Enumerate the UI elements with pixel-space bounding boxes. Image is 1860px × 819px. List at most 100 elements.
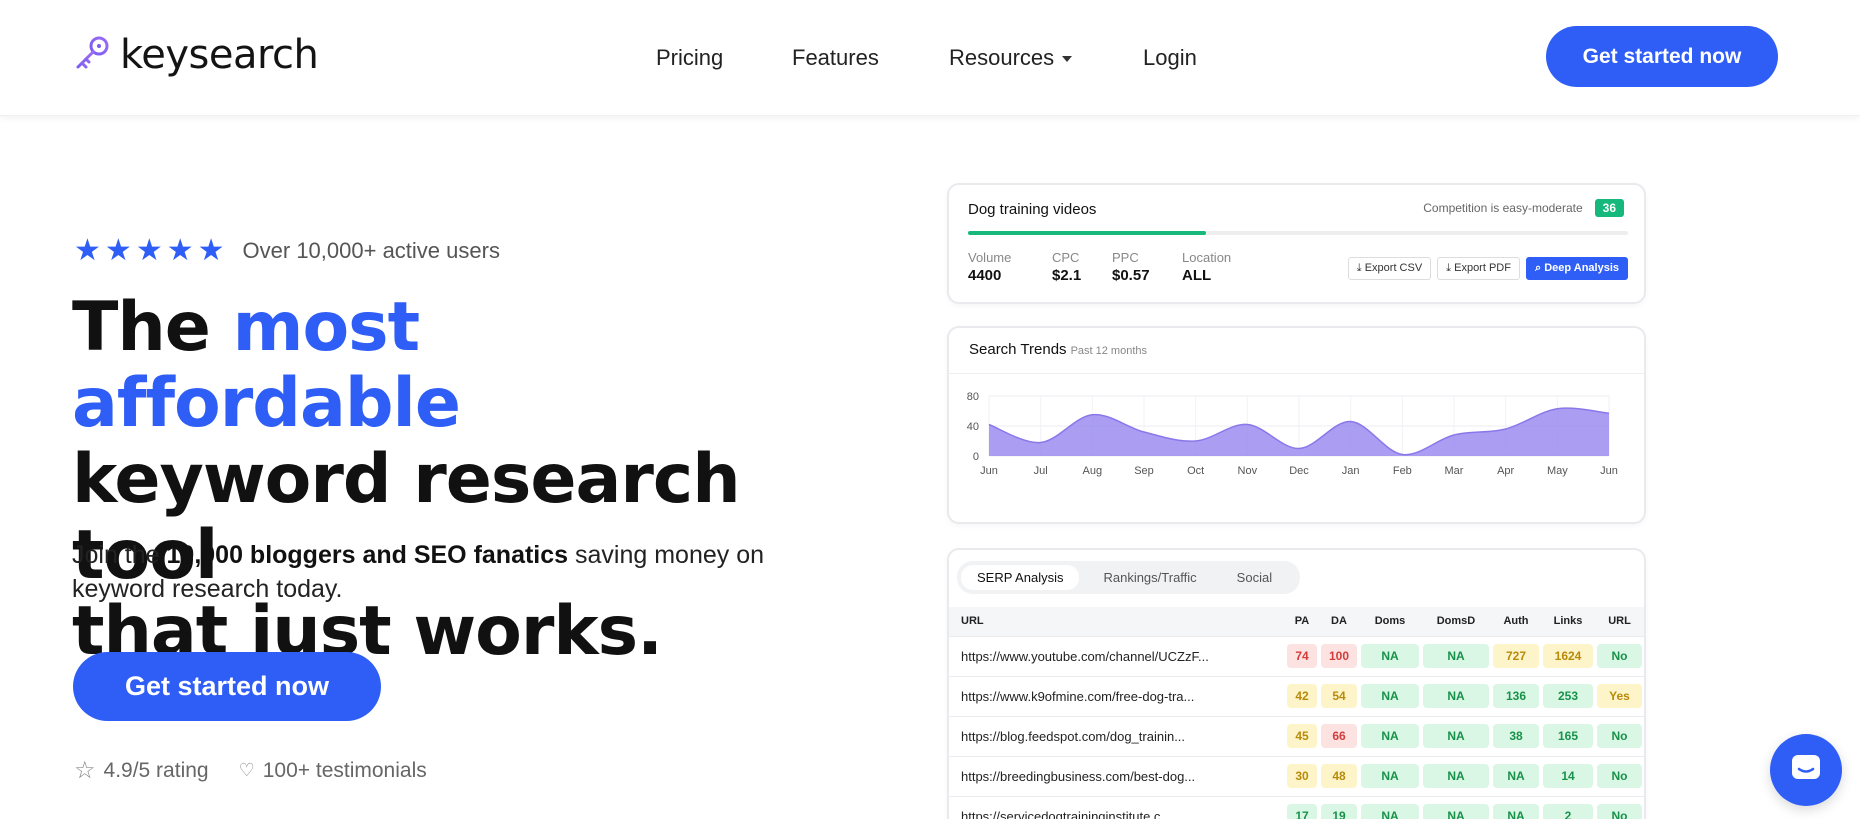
metric-badge: NA bbox=[1361, 804, 1419, 819]
metric-badge: 253 bbox=[1543, 684, 1593, 708]
url-cell[interactable]: https://servicedogtraininginstitute.c... bbox=[949, 795, 1285, 819]
metric-value: $0.57 bbox=[1112, 267, 1150, 284]
column-header: PA bbox=[1285, 607, 1319, 636]
metric-badge: NA bbox=[1423, 684, 1489, 708]
export-csv-button[interactable]: ⤓ Export CSV bbox=[1347, 257, 1432, 280]
metric-cell: 253 bbox=[1541, 675, 1595, 716]
metric-cell: 727 bbox=[1491, 635, 1541, 676]
metric-cell: 42 bbox=[1285, 675, 1319, 716]
metric-badge: NA bbox=[1423, 644, 1489, 668]
tab-social[interactable]: Social bbox=[1221, 565, 1288, 590]
metric-cell: NA bbox=[1421, 635, 1491, 676]
column-header: Doms bbox=[1359, 607, 1421, 636]
testimonials-text: 100+ testimonials bbox=[262, 758, 427, 782]
metric-cell: 38 bbox=[1491, 715, 1541, 756]
metric-badge: No bbox=[1597, 724, 1642, 748]
table-row[interactable]: https://www.youtube.com/channel/UCZzF...… bbox=[949, 635, 1644, 676]
metric-badge: 17 bbox=[1287, 804, 1317, 819]
metric-cell: 45 bbox=[1285, 715, 1319, 756]
metric-cell: 1624 bbox=[1541, 635, 1595, 676]
column-header: Auth bbox=[1491, 607, 1541, 636]
competition-bar-fill bbox=[968, 231, 1206, 235]
table-row[interactable]: https://servicedogtraininginstitute.c...… bbox=[949, 795, 1644, 819]
nav-features[interactable]: Features bbox=[792, 40, 879, 76]
y-tick-label: 0 bbox=[973, 451, 979, 463]
trends-title-text: Search Trends bbox=[969, 341, 1067, 358]
x-tick-label: Feb bbox=[1393, 465, 1412, 477]
nav-resources-label: Resources bbox=[949, 45, 1055, 70]
nav-resources[interactable]: Resources bbox=[949, 40, 1073, 76]
x-tick-label: Aug bbox=[1083, 465, 1103, 477]
nav-get-started-button[interactable]: Get started now bbox=[1546, 26, 1778, 87]
url-cell[interactable]: https://breedingbusiness.com/best-dog... bbox=[949, 755, 1285, 796]
table-row[interactable]: https://breedingbusiness.com/best-dog...… bbox=[949, 755, 1644, 796]
tab-serp-analysis[interactable]: SERP Analysis bbox=[961, 565, 1080, 590]
x-tick-label: Sep bbox=[1134, 465, 1154, 477]
nav-pricing[interactable]: Pricing bbox=[656, 40, 723, 76]
subtext-bold: 10,000 bloggers and SEO fanatics bbox=[166, 541, 569, 569]
headline-text: The bbox=[72, 288, 233, 367]
metric-badge: 19 bbox=[1321, 804, 1357, 819]
trends-subtitle: Past 12 months bbox=[1070, 345, 1147, 357]
x-tick-label: Jun bbox=[980, 465, 998, 477]
star-icon: ★ bbox=[74, 234, 101, 267]
competition-label: Competition is easy-moderate bbox=[1423, 201, 1583, 215]
table-row[interactable]: https://www.k9ofmine.com/free-dog-tra...… bbox=[949, 675, 1644, 716]
url-cell[interactable]: https://www.youtube.com/channel/UCZzF... bbox=[949, 635, 1285, 676]
metric-cell: Yes bbox=[1595, 675, 1644, 716]
star-icon: ★ bbox=[135, 234, 163, 267]
metric-label: PPC bbox=[1112, 250, 1139, 265]
metric-cell: No bbox=[1595, 635, 1644, 676]
deep-analysis-button[interactable]: ⌕ Deep Analysis bbox=[1525, 257, 1628, 280]
chat-launcher-button[interactable] bbox=[1770, 734, 1842, 806]
search-icon: ⌕ bbox=[1534, 262, 1542, 274]
metric-cell: NA bbox=[1359, 715, 1421, 756]
serp-tabs: SERP Analysis Rankings/Traffic Social bbox=[957, 561, 1301, 594]
serp-table: URL PA DA Doms DomsD Auth Links URL http… bbox=[949, 607, 1644, 819]
export-pdf-button[interactable]: ⤓ Export PDF bbox=[1437, 257, 1520, 280]
x-tick-label: Jun bbox=[1600, 465, 1618, 477]
metric-cell: NA bbox=[1359, 795, 1421, 819]
metric-badge: 74 bbox=[1287, 644, 1317, 668]
keyword-title: Dog training videos bbox=[968, 201, 1097, 218]
five-star-rating: ★ ★ ★ ★ ★ bbox=[74, 236, 225, 266]
metric-badge: 66 bbox=[1321, 724, 1357, 748]
metric-cell: 19 bbox=[1319, 795, 1359, 819]
search-trends-chart: 0 40 80 Jun Jul Aug Sep Oct Nov Dec Jan Feb Mar Apr Ma… bbox=[967, 391, 1618, 477]
metric-badge: 100 bbox=[1321, 644, 1357, 668]
metric-cell: NA bbox=[1421, 755, 1491, 796]
metric-cell: 14 bbox=[1541, 755, 1595, 796]
metric-badge: NA bbox=[1493, 764, 1539, 788]
metric-label: CPC bbox=[1052, 250, 1080, 265]
x-tick-label: May bbox=[1547, 465, 1568, 477]
url-cell[interactable]: https://www.k9ofmine.com/free-dog-tra... bbox=[949, 675, 1285, 716]
table-row[interactable]: https://blog.feedspot.com/dog_trainin...… bbox=[949, 715, 1644, 756]
column-header: URL bbox=[1595, 607, 1644, 636]
metric-badge: NA bbox=[1423, 804, 1489, 819]
keyword-card: Dog training videos Competition is easy-… bbox=[947, 183, 1646, 304]
metric-cell: No bbox=[1595, 715, 1644, 756]
y-tick-label: 40 bbox=[967, 421, 979, 433]
button-label: Export CSV bbox=[1364, 262, 1423, 274]
hero-get-started-button[interactable]: Get started now bbox=[73, 652, 381, 721]
metric-cell: NA bbox=[1491, 755, 1541, 796]
social-proof: ☆ 4.9/5 rating ♡ 100+ testimonials bbox=[74, 756, 427, 785]
hero-headline: The most affordable keyword research too… bbox=[72, 290, 792, 670]
metric-badge: 45 bbox=[1287, 724, 1317, 748]
url-cell[interactable]: https://blog.feedspot.com/dog_trainin... bbox=[949, 715, 1285, 756]
metric-badge: NA bbox=[1361, 724, 1419, 748]
keyword-metrics: Volume 4400 CPC $2.1 PPC $0.57 Location ALL bbox=[968, 250, 1266, 284]
metric-cell: 66 bbox=[1319, 715, 1359, 756]
metric-badge: 1624 bbox=[1543, 644, 1593, 668]
table-header-row: URL PA DA Doms DomsD Auth Links URL bbox=[949, 607, 1644, 636]
metric-badge: NA bbox=[1361, 644, 1419, 668]
serp-card: SERP Analysis Rankings/Traffic Social UR… bbox=[947, 548, 1646, 819]
chevron-down-icon bbox=[1062, 56, 1073, 63]
metric-value: 4400 bbox=[968, 267, 1002, 284]
nav-login[interactable]: Login bbox=[1143, 40, 1197, 76]
metric-volume: Volume 4400 bbox=[968, 250, 1028, 284]
competition: Competition is easy-moderate 36 bbox=[1423, 199, 1624, 217]
metric-label: Volume bbox=[968, 250, 1012, 265]
metric-badge: 136 bbox=[1493, 684, 1539, 708]
tab-rankings-traffic[interactable]: Rankings/Traffic bbox=[1087, 565, 1212, 590]
